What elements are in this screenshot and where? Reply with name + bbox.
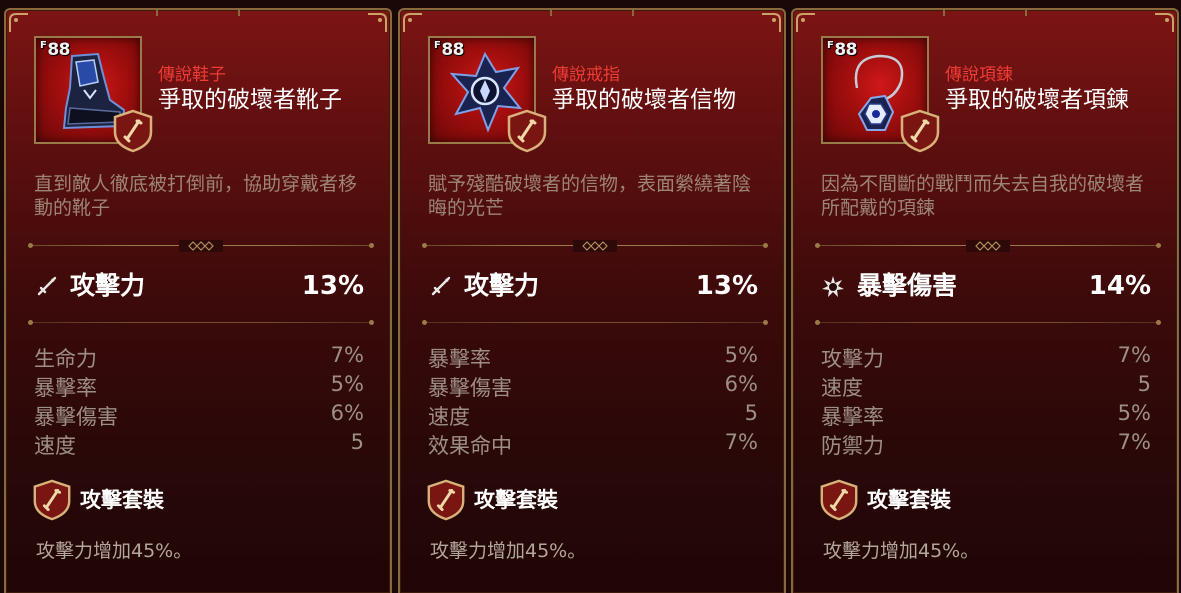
- divider: [422, 317, 768, 329]
- diamond-ornament-icon: [573, 240, 617, 252]
- sub-stat-row: 暴擊率 5%: [428, 343, 758, 372]
- sub-stat-value: 5%: [1117, 401, 1151, 425]
- set-name: 攻擊套裝: [474, 488, 558, 512]
- sub-stat-value: 5%: [724, 343, 758, 367]
- item-name: 爭取的破壞者靴子: [158, 87, 342, 113]
- crit-burst-icon: [822, 276, 844, 297]
- main-stat-label: 攻擊力: [70, 271, 146, 300]
- sub-stat-label: 暴擊率: [821, 405, 884, 429]
- attack-set-badge-icon: [427, 479, 465, 521]
- attack-set-badge-icon: [900, 109, 940, 153]
- sub-stat-row: 效果命中 7%: [428, 430, 758, 459]
- sub-stat-value: 7%: [724, 430, 758, 454]
- sub-stats-list: 生命力 7% 暴擊率 5% 暴擊傷害 6% 速度 5: [34, 343, 364, 459]
- main-stat: 攻擊力 13%: [34, 268, 364, 304]
- item-card-ring[interactable]: F88 傳說戒指 爭取的破壞者信物 賦予殘酷破壞者的信物，表面縈繞著陰晦的光芒 …: [398, 8, 786, 593]
- sub-stat-label: 速度: [821, 376, 863, 400]
- sub-stat-label: 暴擊率: [428, 347, 491, 371]
- attack-set-badge-icon: [33, 479, 71, 521]
- item-card-boots[interactable]: F88 傳說鞋子 爭取的破壞者靴子 直到敵人徹底被打倒前，協助穿戴者移動的靴子 …: [4, 8, 392, 593]
- diamond-ornament-icon: [966, 240, 1010, 252]
- sub-stat-label: 攻擊力: [821, 347, 884, 371]
- set-name: 攻擊套裝: [80, 488, 164, 512]
- sub-stat-label: 暴擊傷害: [34, 405, 118, 429]
- item-rarity: 傳說項鍊: [945, 65, 1013, 85]
- sub-stat-label: 防禦力: [821, 434, 884, 458]
- sub-stat-row: 生命力 7%: [34, 343, 364, 372]
- item-rarity: 傳說戒指: [552, 65, 620, 85]
- corner-ornament-icon: [762, 13, 781, 32]
- item-name: 爭取的破壞者信物: [552, 87, 736, 113]
- corner-ornament-icon: [403, 13, 422, 32]
- attack-set-badge-icon: [507, 109, 547, 153]
- set-name: 攻擊套裝: [867, 488, 951, 512]
- main-stat-value: 13%: [301, 271, 364, 301]
- sub-stat-row: 攻擊力 7%: [821, 343, 1151, 372]
- divider: [815, 317, 1161, 329]
- sub-stat-label: 速度: [428, 405, 470, 429]
- sword-icon: [431, 276, 451, 296]
- sub-stat-row: 速度 5: [34, 430, 364, 459]
- sub-stat-label: 暴擊傷害: [428, 376, 512, 400]
- divider: [28, 240, 374, 252]
- main-stat-value: 14%: [1088, 271, 1151, 301]
- sub-stat-value: 5: [1137, 372, 1151, 396]
- sub-stat-value: 5%: [330, 372, 364, 396]
- set-effect: 攻擊力增加45%。: [430, 540, 587, 562]
- sub-stat-value: 7%: [330, 343, 364, 367]
- main-stat: 暴擊傷害 14%: [821, 268, 1151, 304]
- corner-ornament-icon: [368, 13, 387, 32]
- item-card-necklace[interactable]: F88 傳說項鍊 爭取的破壞者項鍊 因為不間斷的戰鬥而失去自我的破壞者所配戴的項…: [791, 8, 1179, 593]
- sub-stat-value: 5: [350, 430, 364, 454]
- main-stat: 攻擊力 13%: [428, 268, 758, 304]
- item-description: 直到敵人徹底被打倒前，協助穿戴者移動的靴子: [34, 173, 358, 219]
- divider: [815, 240, 1161, 252]
- divider: [422, 240, 768, 252]
- sub-stat-label: 暴擊率: [34, 376, 97, 400]
- sub-stat-row: 暴擊率 5%: [821, 401, 1151, 430]
- sub-stat-value: 5: [744, 401, 758, 425]
- sub-stats-list: 暴擊率 5% 暴擊傷害 6% 速度 5 效果命中 7%: [428, 343, 758, 459]
- equipment-comparison: F88 傳說鞋子 爭取的破壞者靴子 直到敵人徹底被打倒前，協助穿戴者移動的靴子 …: [0, 0, 1181, 593]
- main-stat-label: 暴擊傷害: [857, 271, 958, 300]
- item-description: 因為不間斷的戰鬥而失去自我的破壞者所配戴的項鍊: [821, 173, 1145, 219]
- diamond-ornament-icon: [179, 240, 223, 252]
- main-stat-label: 攻擊力: [464, 271, 540, 300]
- attack-set-badge-icon: [113, 109, 153, 153]
- sub-stat-row: 速度 5: [428, 401, 758, 430]
- attack-set-badge-icon: [820, 479, 858, 521]
- corner-ornament-icon: [1155, 13, 1174, 32]
- sub-stat-label: 速度: [34, 434, 76, 458]
- sub-stats-list: 攻擊力 7% 速度 5 暴擊率 5% 防禦力 7%: [821, 343, 1151, 459]
- sub-stat-label: 生命力: [34, 347, 97, 371]
- main-stat-value: 13%: [695, 271, 758, 301]
- sub-stat-row: 防禦力 7%: [821, 430, 1151, 459]
- item-description: 賦予殘酷破壞者的信物，表面縈繞著陰晦的光芒: [428, 173, 752, 219]
- sub-stat-row: 暴擊率 5%: [34, 372, 364, 401]
- sub-stat-row: 暴擊傷害 6%: [428, 372, 758, 401]
- sword-icon: [37, 276, 57, 296]
- set-effect: 攻擊力增加45%。: [36, 540, 193, 562]
- divider: [28, 317, 374, 329]
- sub-stat-row: 速度 5: [821, 372, 1151, 401]
- sub-stat-value: 6%: [330, 401, 364, 425]
- sub-stat-label: 效果命中: [428, 434, 512, 458]
- corner-ornament-icon: [9, 13, 28, 32]
- corner-ornament-icon: [796, 13, 815, 32]
- item-name: 爭取的破壞者項鍊: [945, 87, 1129, 113]
- sub-stat-value: 7%: [1117, 430, 1151, 454]
- sub-stat-value: 6%: [724, 372, 758, 396]
- item-rarity: 傳說鞋子: [158, 65, 226, 85]
- sub-stat-value: 7%: [1117, 343, 1151, 367]
- sub-stat-row: 暴擊傷害 6%: [34, 401, 364, 430]
- set-effect: 攻擊力增加45%。: [823, 540, 980, 562]
